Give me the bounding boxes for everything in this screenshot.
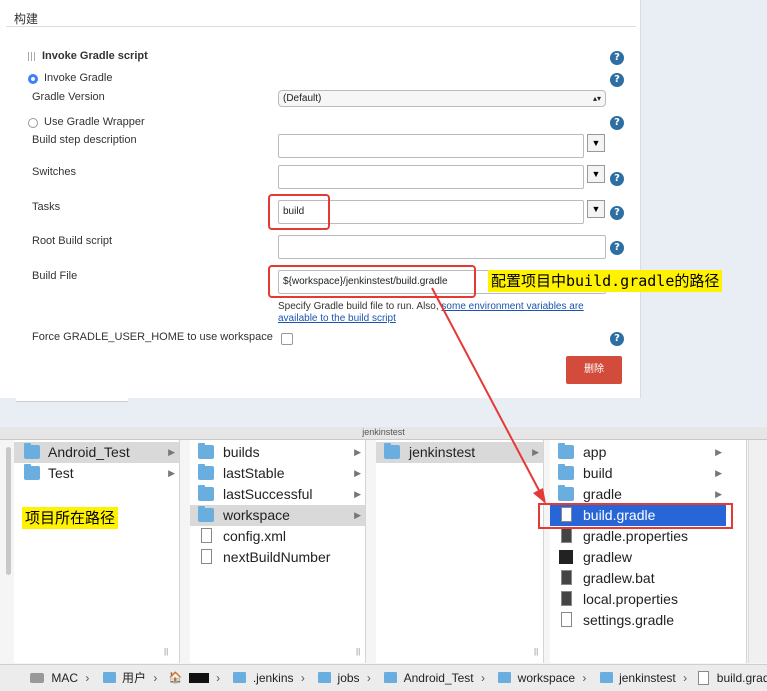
arrow-head (533, 488, 546, 504)
annotation-arrow (431, 287, 546, 504)
arrow-line (431, 287, 543, 497)
